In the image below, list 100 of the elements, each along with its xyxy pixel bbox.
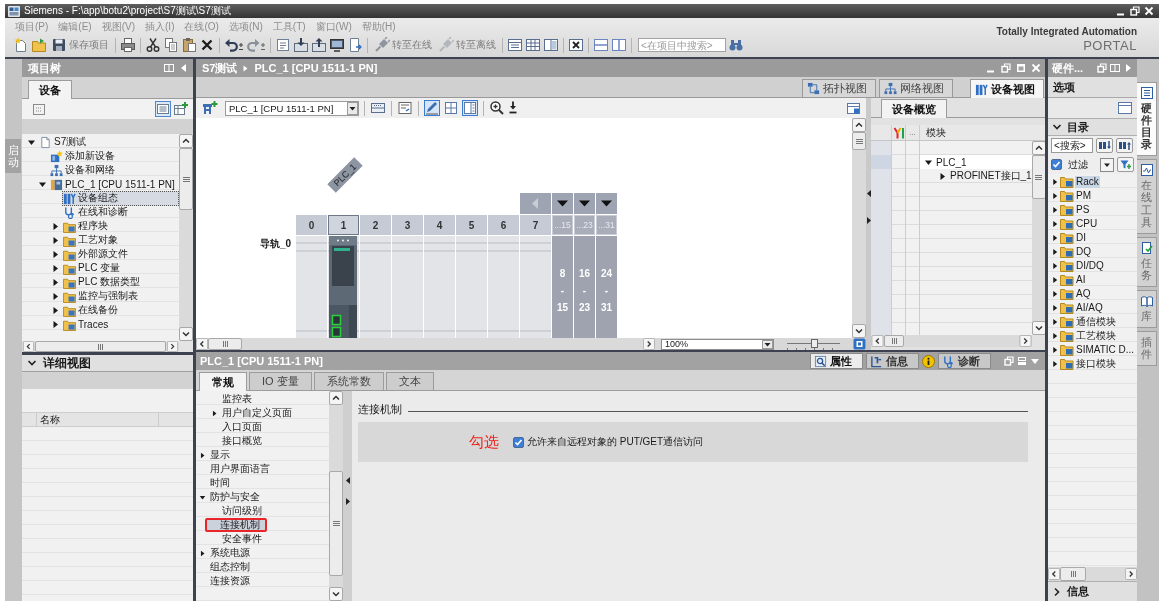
undo-icon[interactable] [224,37,244,53]
rack-view-icon[interactable] [370,100,386,116]
table-row[interactable]: PROFINET接口_1 [871,169,1032,183]
slider-thumb[interactable] [810,338,818,348]
download-box-icon[interactable] [293,37,309,53]
network-add-icon[interactable] [202,100,218,116]
frame-icon[interactable] [853,338,866,350]
tab[interactable]: IO 变量 [249,372,312,390]
tab[interactable]: 设备概览 [881,99,947,118]
nav-item[interactable]: 系统电源 [208,547,252,559]
window-icon[interactable] [846,100,861,116]
vertical-scrollbar[interactable] [329,391,343,601]
tree-item[interactable]: 程序块 [62,218,179,234]
catalog-item[interactable]: DI [1075,232,1087,244]
caret-right-icon[interactable] [1051,206,1059,214]
horizontal-scrollbar[interactable] [871,335,1032,347]
nav-item[interactable]: 接口概览 [220,435,264,447]
funnel-icon[interactable] [1117,157,1134,172]
nav-item[interactable]: 用户自定义页面 [220,407,294,419]
restore-icon[interactable] [1130,6,1140,16]
catalog-item[interactable]: DI/DQ [1075,260,1105,272]
horizontal-scrollbar[interactable] [22,341,179,352]
caret-right-icon[interactable] [1051,360,1059,368]
nav-item[interactable]: 组态控制 [208,561,252,573]
nav-item[interactable]: 时间 [208,477,232,489]
caret-right-icon[interactable] [1051,276,1059,284]
tab[interactable]: 常规 [199,372,247,391]
catalog-item[interactable]: AQ [1075,288,1092,300]
section-header[interactable]: 信息 [1048,581,1137,601]
caret-right-icon[interactable] [51,305,60,315]
caret-right-icon[interactable] [199,451,206,459]
caret-right-icon[interactable] [1051,220,1059,228]
view-tab[interactable]: 网络视图 [879,79,953,97]
slot-header[interactable]: 2 [360,215,391,235]
caret-down-icon[interactable] [199,493,206,501]
tree-item[interactable]: PLC 数据类型 [62,274,179,290]
vertical-split-icon[interactable] [611,37,627,53]
binoculars-up-icon[interactable] [1116,138,1133,153]
triangle-down-icon[interactable] [574,193,595,214]
tree-item[interactable]: Traces [62,316,179,332]
side-tab[interactable]: 插件 [1137,331,1157,367]
caret-right-icon[interactable] [1051,262,1059,270]
caret-right-icon[interactable] [1051,346,1059,354]
tree-item[interactable]: PLC_1 [CPU 1511-1 PN] [49,176,179,192]
triangle-down-icon[interactable] [596,193,617,214]
nav-item[interactable]: 连接资源 [208,575,252,587]
close-window-icon[interactable] [568,37,584,53]
caret-right-icon[interactable] [51,221,60,231]
tree-item[interactable]: 在线备份 [62,302,179,318]
catalog-item[interactable]: CPU [1075,218,1099,230]
chevron-down-icon[interactable] [27,358,37,368]
open-folder-icon[interactable] [31,37,47,53]
caret-right-icon[interactable] [345,498,350,505]
collapse-left-icon[interactable] [179,63,189,73]
caret-right-icon[interactable] [938,171,947,181]
catalog-item[interactable]: 接口模块 [1075,358,1117,370]
scroll-thumb[interactable] [179,148,193,210]
list-view-icon[interactable] [155,101,171,117]
caret-right-icon[interactable] [211,409,218,417]
nav-item[interactable]: 访问级别 [220,505,264,517]
zoom-field[interactable]: 100% [661,338,775,350]
panel-columns-icon[interactable] [462,100,478,116]
horizontal-scrollbar[interactable] [1048,567,1137,581]
scroll-thumb[interactable] [35,341,166,352]
caret-right-icon[interactable] [51,319,60,329]
delete-icon[interactable] [199,37,215,53]
nav-item[interactable]: 防护与安全 [208,491,262,503]
slot-header[interactable]: 4 [424,215,455,235]
tree-item[interactable]: 设备和网络 [49,162,179,178]
window-list-icon[interactable] [507,37,523,53]
scroll-thumb[interactable] [208,338,242,350]
catalog-item[interactable]: 通信模块 [1075,316,1117,328]
caret-left-icon[interactable] [345,477,350,484]
caret-right-icon[interactable] [1051,304,1059,312]
caret-right-icon[interactable] [51,263,60,273]
horizontal-split-icon[interactable] [593,37,609,53]
label-view-icon[interactable] [397,100,413,116]
binoculars-icon[interactable] [728,37,744,53]
nav-item[interactable]: 入口页面 [220,421,264,433]
caret-right-icon[interactable] [1051,192,1059,200]
inspector-tab[interactable]: 信息 [866,353,919,369]
nav-item[interactable]: 用户界面语言 [208,463,272,475]
tree-item[interactable]: PLC 变量 [62,260,179,276]
upload-box-icon[interactable] [311,37,327,53]
maximize-icon[interactable] [1016,63,1026,73]
side-tab[interactable]: 库 [1137,289,1157,329]
catalog-item[interactable]: AI [1075,274,1087,286]
slot-header[interactable]: 1 [328,215,359,235]
table-add-icon[interactable] [173,101,189,117]
caret-right-icon[interactable] [199,549,206,557]
catalog-item[interactable]: SIMATIC D... [1075,344,1136,356]
vertical-scrollbar[interactable] [852,118,866,338]
minimize-panel-icon[interactable] [1017,356,1027,366]
collapse-right-icon[interactable] [1123,63,1133,73]
pane-icon[interactable] [1110,63,1120,73]
tree-item[interactable]: 监控与强制表 [62,288,179,304]
monitor-icon[interactable] [329,37,345,53]
grid-icon[interactable] [443,100,459,116]
caret-right-icon[interactable] [1051,178,1059,186]
caret-right-icon[interactable] [51,291,60,301]
